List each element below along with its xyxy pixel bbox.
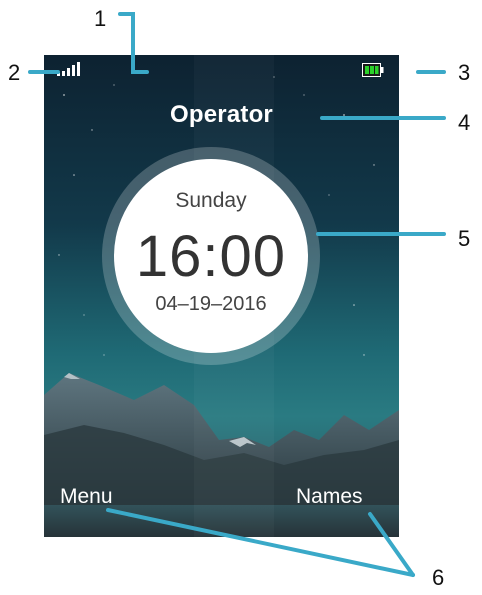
- callout-line-6a: [106, 508, 415, 577]
- callout-leader-lines: [28, 12, 446, 577]
- callout-line-1: [118, 12, 149, 74]
